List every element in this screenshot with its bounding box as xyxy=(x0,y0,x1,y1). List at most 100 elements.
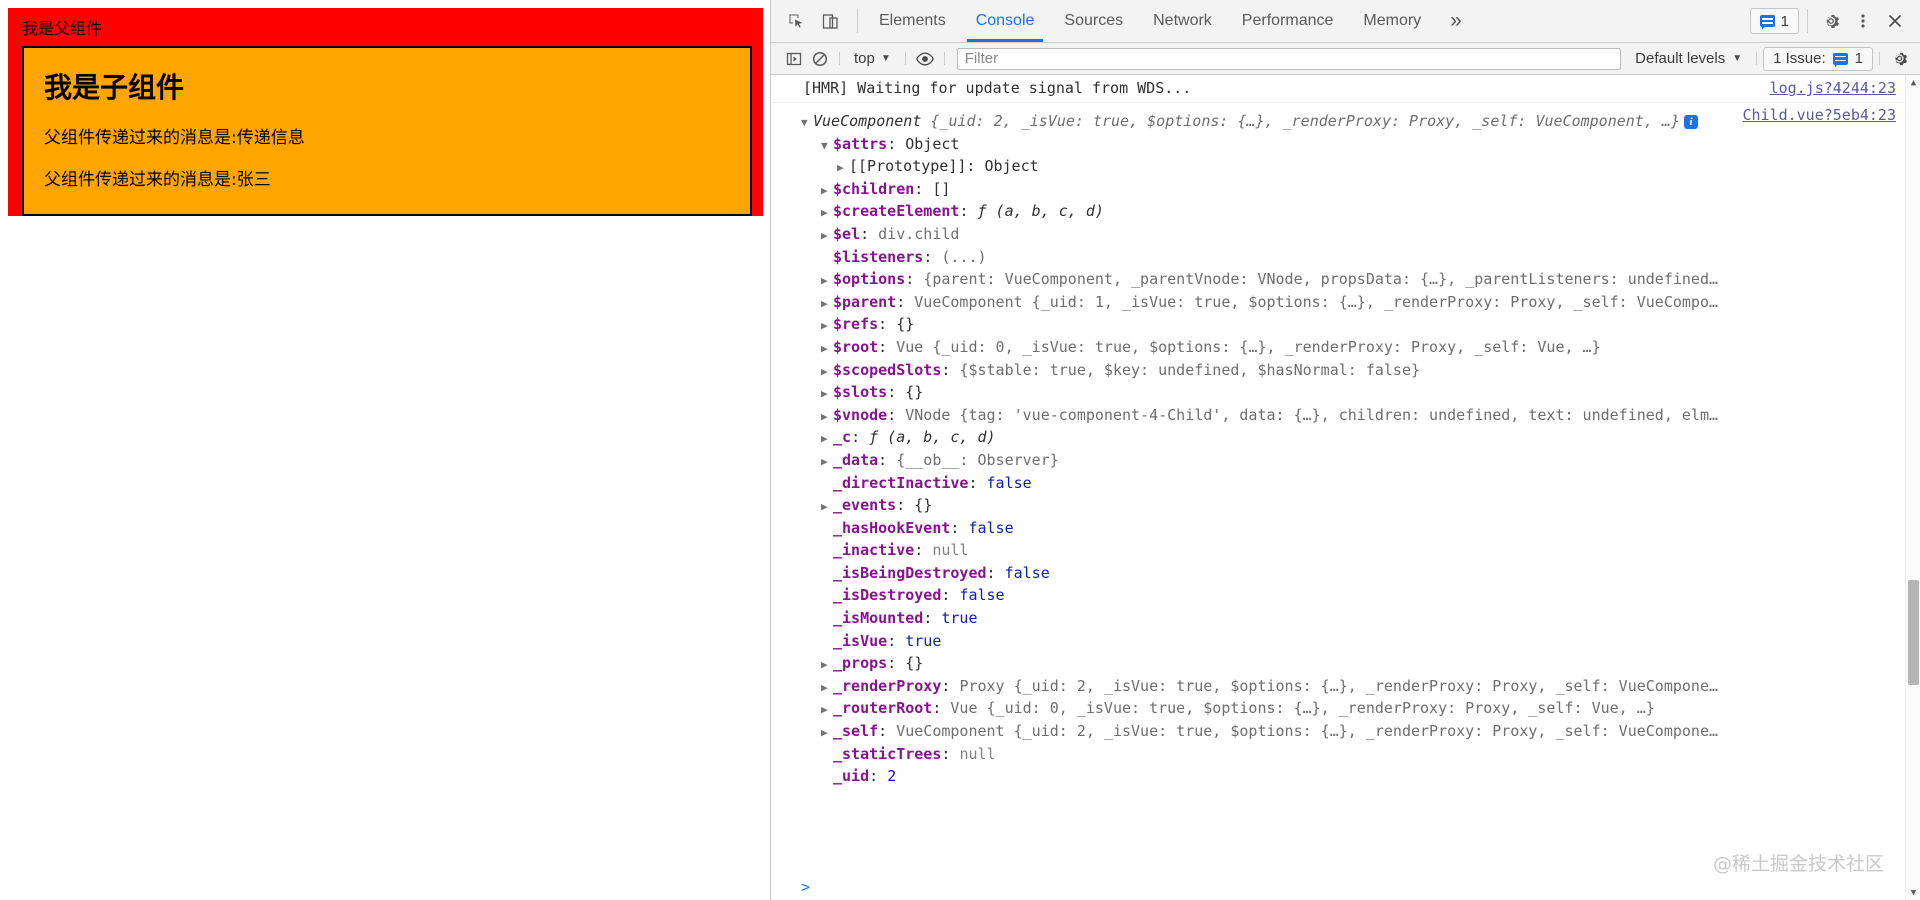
property-value: {} xyxy=(905,383,924,402)
expand-arrow-icon[interactable]: ▶ xyxy=(821,655,832,676)
expand-arrow-icon[interactable]: ▶ xyxy=(821,203,832,224)
object-property-row[interactable]: ▶_isMounted: true xyxy=(771,608,1920,631)
tab-network[interactable]: Network xyxy=(1138,0,1227,42)
property-separator: : xyxy=(941,676,960,695)
object-inspector[interactable]: ▼ VueComponent {_uid: 2, _isVue: true, $o… xyxy=(771,108,1920,789)
object-property-row[interactable]: ▶ $parent: VueComponent {_uid: 1, _isVue:… xyxy=(771,292,1920,315)
object-property-row[interactable]: ▶ _c: ƒ (a, b, c, d) xyxy=(771,427,1920,450)
info-icon[interactable]: i xyxy=(1683,115,1698,129)
tab-elements[interactable]: Elements xyxy=(864,0,961,42)
message-count-badge[interactable]: 1 xyxy=(1749,8,1799,34)
source-link[interactable]: log.js?4244:23 xyxy=(1770,78,1896,99)
expand-arrow-icon[interactable]: ▶ xyxy=(821,407,832,428)
scroll-up-arrow-icon[interactable]: ▲ xyxy=(1906,75,1920,90)
tab-memory[interactable]: Memory xyxy=(1348,0,1436,42)
object-property-row[interactable]: ▶_inactive: null xyxy=(771,540,1920,563)
vertical-scrollbar[interactable]: ▲ ▼ xyxy=(1905,75,1920,900)
object-property-row[interactable]: ▶ _routerRoot: Vue {_uid: 0, _isVue: true… xyxy=(771,698,1920,721)
gear-icon[interactable] xyxy=(1816,6,1846,36)
tab-sources[interactable]: Sources xyxy=(1049,0,1138,42)
issues-badge[interactable]: 1 Issue: 1 xyxy=(1763,46,1873,71)
object-property-row[interactable]: ▶_hasHookEvent: false xyxy=(771,518,1920,541)
live-expressions-icon[interactable] xyxy=(912,46,938,72)
tab-console[interactable]: Console xyxy=(961,0,1050,42)
console-message-hmr[interactable]: [HMR] Waiting for update signal from WDS… xyxy=(771,75,1920,103)
expand-arrow-icon[interactable]: ▶ xyxy=(821,316,832,337)
device-toolbar-icon[interactable] xyxy=(815,6,845,36)
message-icon xyxy=(1832,52,1848,65)
close-icon[interactable] xyxy=(1880,6,1910,36)
object-root-row[interactable]: ▼ VueComponent {_uid: 2, _isVue: true, $o… xyxy=(771,111,1920,134)
more-tabs-icon[interactable]: » xyxy=(1436,0,1476,42)
scroll-down-arrow-icon[interactable]: ▼ xyxy=(1906,885,1920,900)
object-property-row[interactable]: ▶ $refs: {} xyxy=(771,314,1920,337)
expand-arrow-icon[interactable]: ▶ xyxy=(821,362,832,383)
property-value: Vue {_uid: 0, _isVue: true, $options: {…… xyxy=(950,699,1655,718)
property-value: VueComponent {_uid: 2, _isVue: true, $op… xyxy=(896,722,1719,741)
object-property-list: ▼ $attrs: Object ▶ [[Prototype]]: Object ▶ $c… xyxy=(771,134,1920,789)
object-property-row[interactable]: ▶ $children: [] xyxy=(771,179,1920,202)
inspect-element-icon[interactable] xyxy=(781,6,811,36)
expand-arrow-icon[interactable]: ▶ xyxy=(821,271,832,292)
object-property-row[interactable]: ▶ $root: Vue {_uid: 0, _isVue: true, $opt… xyxy=(771,337,1920,360)
property-key: _data xyxy=(833,450,879,469)
expand-arrow-icon[interactable]: ▶ xyxy=(837,158,848,179)
property-separator: : xyxy=(887,383,906,402)
property-value: true xyxy=(941,609,978,628)
property-separator: : xyxy=(905,270,924,289)
object-property-row[interactable]: ▶_directInactive: false xyxy=(771,473,1920,496)
execution-context-selector[interactable]: top ▼ xyxy=(846,50,899,67)
object-property-row[interactable]: ▶ $createElement: ƒ (a, b, c, d) xyxy=(771,201,1920,224)
console-sidebar-icon[interactable] xyxy=(781,46,807,72)
object-property-row[interactable]: ▶ _self: VueComponent {_uid: 2, _isVue: t… xyxy=(771,721,1920,744)
property-separator: : xyxy=(851,428,870,447)
expand-arrow-icon[interactable]: ▼ xyxy=(801,113,812,134)
object-property-row[interactable]: ▶ _props: {} xyxy=(771,653,1920,676)
object-property-row[interactable]: ▶_isDestroyed: false xyxy=(771,585,1920,608)
object-property-row[interactable]: ▶ $options: {parent: VueComponent, _paren… xyxy=(771,269,1920,292)
property-separator: : xyxy=(896,496,915,515)
console-prompt[interactable]: > xyxy=(771,878,1905,900)
parent-component-title: 我是父组件 xyxy=(22,19,103,38)
expand-arrow-icon[interactable]: ▶ xyxy=(821,384,832,405)
object-property-row[interactable]: ▶ _renderProxy: Proxy {_uid: 2, _isVue: t… xyxy=(771,676,1920,699)
property-separator: : xyxy=(914,179,933,198)
property-separator: : xyxy=(932,699,951,718)
expand-arrow-icon[interactable]: ▼ xyxy=(821,136,832,157)
tab-performance[interactable]: Performance xyxy=(1227,0,1349,42)
scrollbar-thumb[interactable] xyxy=(1908,580,1919,685)
object-property-row[interactable]: ▶_staticTrees: null xyxy=(771,744,1920,767)
object-property-row[interactable]: ▶ _data: {__ob__: Observer} xyxy=(771,450,1920,473)
gear-icon[interactable] xyxy=(1886,46,1912,72)
expand-arrow-icon[interactable]: ▶ xyxy=(821,497,832,518)
object-property-row[interactable]: ▶_isBeingDestroyed: false xyxy=(771,563,1920,586)
property-key: $vnode xyxy=(833,405,888,424)
search-input[interactable] xyxy=(956,47,1622,70)
object-property-row[interactable]: ▼ $attrs: Object xyxy=(771,134,1920,157)
object-property-row[interactable]: ▶ $el: div.child xyxy=(771,224,1920,247)
expand-arrow-icon[interactable]: ▶ xyxy=(821,723,832,744)
expand-arrow-icon[interactable]: ▶ xyxy=(821,226,832,247)
object-property-row[interactable]: ▶ $vnode: VNode {tag: 'vue-component-4-Ch… xyxy=(771,405,1920,428)
expand-arrow-icon[interactable]: ▶ xyxy=(821,700,832,721)
object-property-row[interactable]: ▶$listeners: (...) xyxy=(771,247,1920,270)
object-property-row[interactable]: ▶ _events: {} xyxy=(771,495,1920,518)
console-output[interactable]: [HMR] Waiting for update signal from WDS… xyxy=(771,75,1920,900)
more-options-icon[interactable] xyxy=(1848,6,1878,36)
object-property-row[interactable]: ▶ [[Prototype]]: Object xyxy=(771,156,1920,179)
property-key: $createElement xyxy=(833,202,960,221)
object-property-row[interactable]: ▶_isVue: true xyxy=(771,631,1920,654)
log-level-selector[interactable]: Default levels ▼ xyxy=(1627,50,1750,67)
expand-arrow-icon[interactable]: ▶ xyxy=(821,339,832,360)
object-property-row[interactable]: ▶_uid: 2 xyxy=(771,766,1920,789)
clear-console-icon[interactable] xyxy=(807,46,833,72)
expand-arrow-icon[interactable]: ▶ xyxy=(821,181,832,202)
property-key: _props xyxy=(833,654,888,673)
object-property-row[interactable]: ▶ $scopedSlots: {$stable: true, $key: und… xyxy=(771,360,1920,383)
issues-count: 1 xyxy=(1854,50,1863,67)
object-property-row[interactable]: ▶ $slots: {} xyxy=(771,382,1920,405)
expand-arrow-icon[interactable]: ▶ xyxy=(821,429,832,450)
expand-arrow-icon[interactable]: ▶ xyxy=(821,294,832,315)
expand-arrow-icon[interactable]: ▶ xyxy=(821,678,832,699)
expand-arrow-icon[interactable]: ▶ xyxy=(821,452,832,473)
